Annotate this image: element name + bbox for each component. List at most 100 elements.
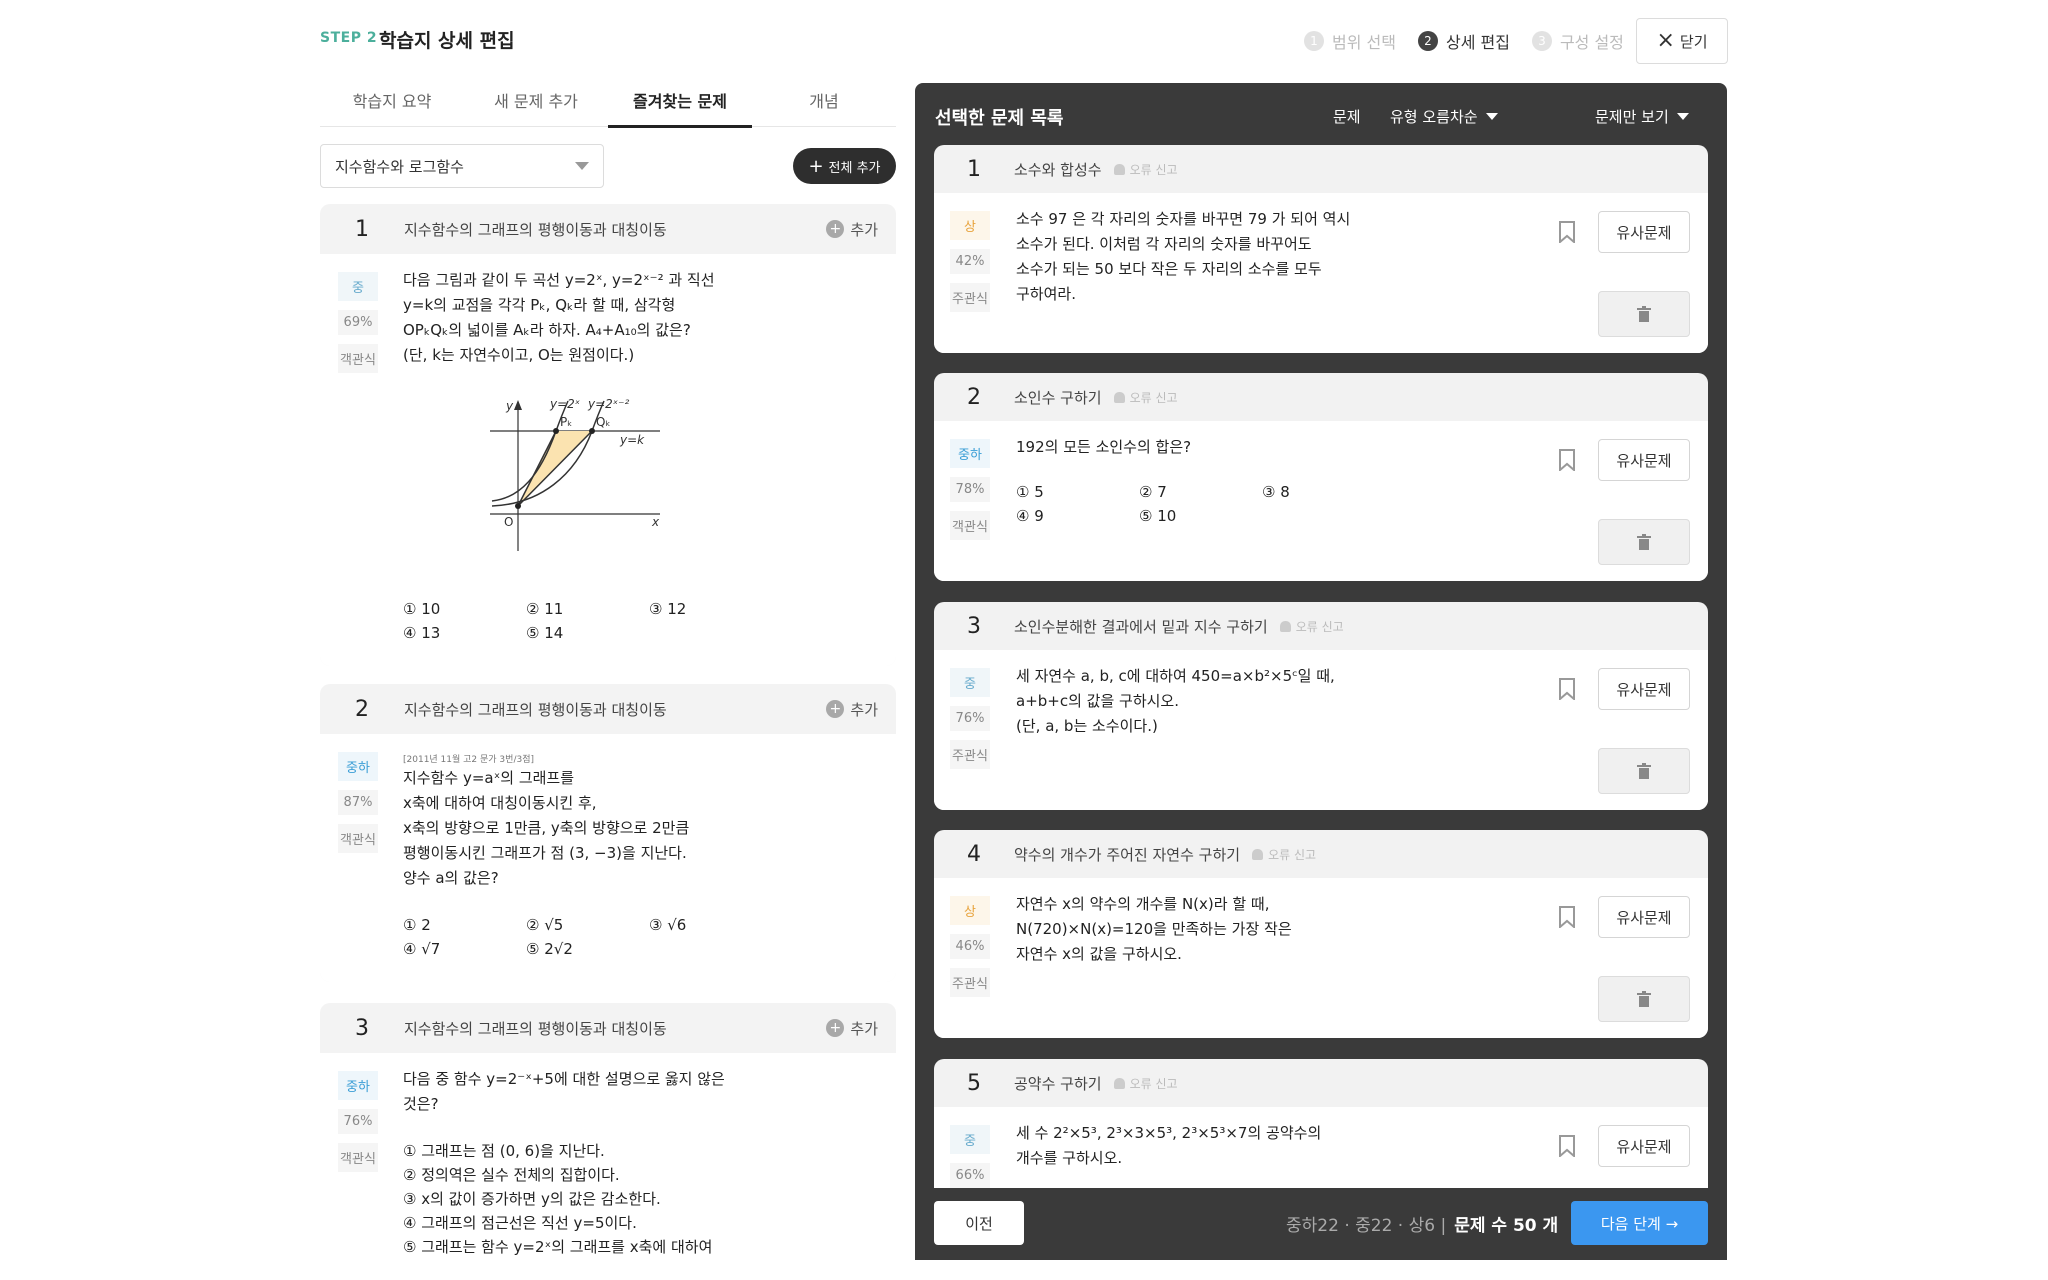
difficulty-badge: 중 [950,1125,990,1154]
point-label: Qₖ [596,415,611,429]
step-3: 3 구성 설정 [1531,29,1624,53]
add-all-label: 전체 추가 [828,160,881,176]
choice: ⑤ 10 [1139,507,1177,525]
report-label: 오류 신고 [1295,619,1344,634]
option-line: ① 그래프는 점 (0, 6)을 지난다. [403,1142,605,1160]
problem-topic: 지수함수의 그래프의 평행이동과 대칭이동 [404,1019,667,1038]
similar-problem-button[interactable]: 유사문제 [1598,439,1690,481]
choice: ① 2 [403,916,431,934]
step-tag: STEP 2 [320,30,378,46]
problem-number: 2 [355,696,369,722]
question-type-badge: 객관식 [338,344,378,373]
report-label: 오류 신고 [1268,847,1317,862]
report-error-link[interactable]: 오류 신고 [1279,618,1344,635]
page-title: 학습지 상세 편집 [379,30,515,52]
bookmark-icon[interactable] [1558,449,1576,471]
add-problem-button[interactable]: + 추가 [826,204,878,254]
close-icon: × [1656,28,1675,53]
problem-badges: 상 42% 주관식 [950,211,990,321]
problem-line: N(720)×N(x)=120을 만족하는 가장 작은 [1016,920,1292,938]
choice: ① 10 [403,600,441,618]
report-error-link[interactable]: 오류 신고 [1113,161,1178,178]
correct-rate-badge: 76% [338,1109,378,1134]
problem-line: 자연수 x의 값을 구하시오. [1016,945,1182,963]
view-dropdown[interactable]: 문제만 보기 [1595,106,1689,127]
add-label: 추가 [850,700,878,719]
problem-line: 것은? [403,1095,439,1113]
problem-line: 소수가 되는 50 보다 작은 두 자리의 소수를 모두 [1016,260,1322,278]
tab-bar: 학습지 요약 새 문제 추가 즐겨찾는 문제 개념 [320,88,896,128]
problem-text: 다음 중 함수 y=2⁻ˣ+5에 대한 설명으로 옳지 않은 것은? [403,1067,725,1117]
correct-rate-badge: 87% [338,790,378,815]
delete-button[interactable] [1598,976,1690,1022]
problem-text: 세 자연수 a, b, c에 대하여 450=a×b²×5ᶜ일 때, a+b+c… [1016,664,1335,739]
line-label: y=k [619,433,645,447]
choice: ⑤ 2√2 [526,940,573,958]
step-label: 범위 선택 [1332,33,1396,52]
plus-circle-icon: + [826,1019,845,1037]
answer-choices: ① 5 ② 7 ③ 8 ④ 9 ⑤ 10 [1016,483,1385,525]
tab-concept[interactable]: 개념 [752,88,896,126]
close-button[interactable]: × 닫기 [1636,18,1728,64]
correct-rate-badge: 42% [950,249,990,274]
choice: ② 7 [1139,483,1167,501]
option-line: ④ 그래프의 점근선은 직선 y=5이다. [403,1214,637,1232]
trash-icon [1637,991,1651,1007]
option-line: ③ x의 값이 증가하면 y의 값은 감소한다. [403,1190,661,1208]
selected-problem-card: 3 소인수분해한 결과에서 밑과 지수 구하기 오류 신고 중 76% 주관식 … [934,602,1708,810]
next-step-button[interactable]: 다음 단계 → [1571,1201,1708,1245]
report-error-link[interactable]: 오류 신고 [1113,389,1178,406]
previous-button[interactable]: 이전 [934,1201,1024,1245]
delete-button[interactable] [1598,519,1690,565]
tab-favorites[interactable]: 즐겨찾는 문제 [608,88,752,128]
question-type-badge: 주관식 [950,740,990,769]
difficulty-summary: 중하22 · 중22 · 상6 | 문제 수 50 개 [1286,1212,1558,1236]
bookmark-icon[interactable] [1558,1135,1576,1157]
bookmark-icon[interactable] [1558,678,1576,700]
choice: ④ √7 [403,940,441,958]
trash-icon [1637,306,1651,322]
choice: ② √5 [526,916,564,934]
question-type-badge: 주관식 [950,283,990,312]
delete-button[interactable] [1598,291,1690,337]
add-problem-button[interactable]: + 추가 [826,1003,878,1053]
similar-problem-button[interactable]: 유사문제 [1598,1125,1690,1167]
chapter-select[interactable]: 지수함수와 로그함수 [320,144,604,188]
problem-filter[interactable]: 문제 [1333,106,1361,127]
similar-problem-button[interactable]: 유사문제 [1598,211,1690,253]
problem-line: a+b+c의 값을 구하시오. [1016,692,1180,710]
problem-line: 개수를 구하시오. [1016,1149,1123,1167]
problem-topic: 공약수 구하기 [1014,1074,1102,1093]
tab-summary[interactable]: 학습지 요약 [320,88,464,126]
choice: ⑤ 14 [526,624,564,642]
caret-down-icon [1485,113,1498,120]
problem-topic: 약수의 개수가 주어진 자연수 구하기 [1014,845,1241,864]
similar-problem-button[interactable]: 유사문제 [1598,668,1690,710]
option-line: ⑤ 그래프는 함수 y=2ˣ의 그래프를 x축에 대하여 [403,1238,713,1256]
problem-number: 1 [355,216,369,242]
tab-new-problem[interactable]: 새 문제 추가 [464,88,608,126]
add-all-button[interactable]: + 전체 추가 [793,148,896,184]
report-error-link[interactable]: 오류 신고 [1252,846,1316,863]
point-label: Pₖ [560,415,572,429]
problem-number: 3 [355,1015,369,1041]
question-type-badge: 객관식 [338,824,378,853]
similar-problem-button[interactable]: 유사문제 [1598,896,1690,938]
difficulty-badge: 중하 [338,752,378,781]
correct-rate-badge: 78% [950,477,990,502]
problem-text: 세 수 2²×5³, 2³×3×5³, 2³×5³×7의 공약수의 개수를 구하… [1016,1121,1321,1171]
report-label: 오류 신고 [1129,162,1178,177]
sort-dropdown[interactable]: 유형 오름차순 [1390,106,1498,127]
problem-topic: 소인수분해한 결과에서 밑과 지수 구하기 [1014,617,1268,636]
bookmark-icon[interactable] [1558,906,1576,928]
step-1: 1 범위 선택 [1304,29,1396,53]
bell-icon [1279,620,1291,632]
delete-button[interactable] [1598,748,1690,794]
add-label: 추가 [850,220,878,239]
problem-line: 구하여라. [1016,285,1076,303]
origin-label: O [504,515,513,529]
add-problem-button[interactable]: + 추가 [826,684,878,734]
report-error-link[interactable]: 오류 신고 [1113,1075,1178,1092]
bookmark-icon[interactable] [1558,221,1576,243]
problem-line: OPₖQₖ의 넓이를 Aₖ라 하자. A₄+A₁₀의 값은? [403,321,691,339]
